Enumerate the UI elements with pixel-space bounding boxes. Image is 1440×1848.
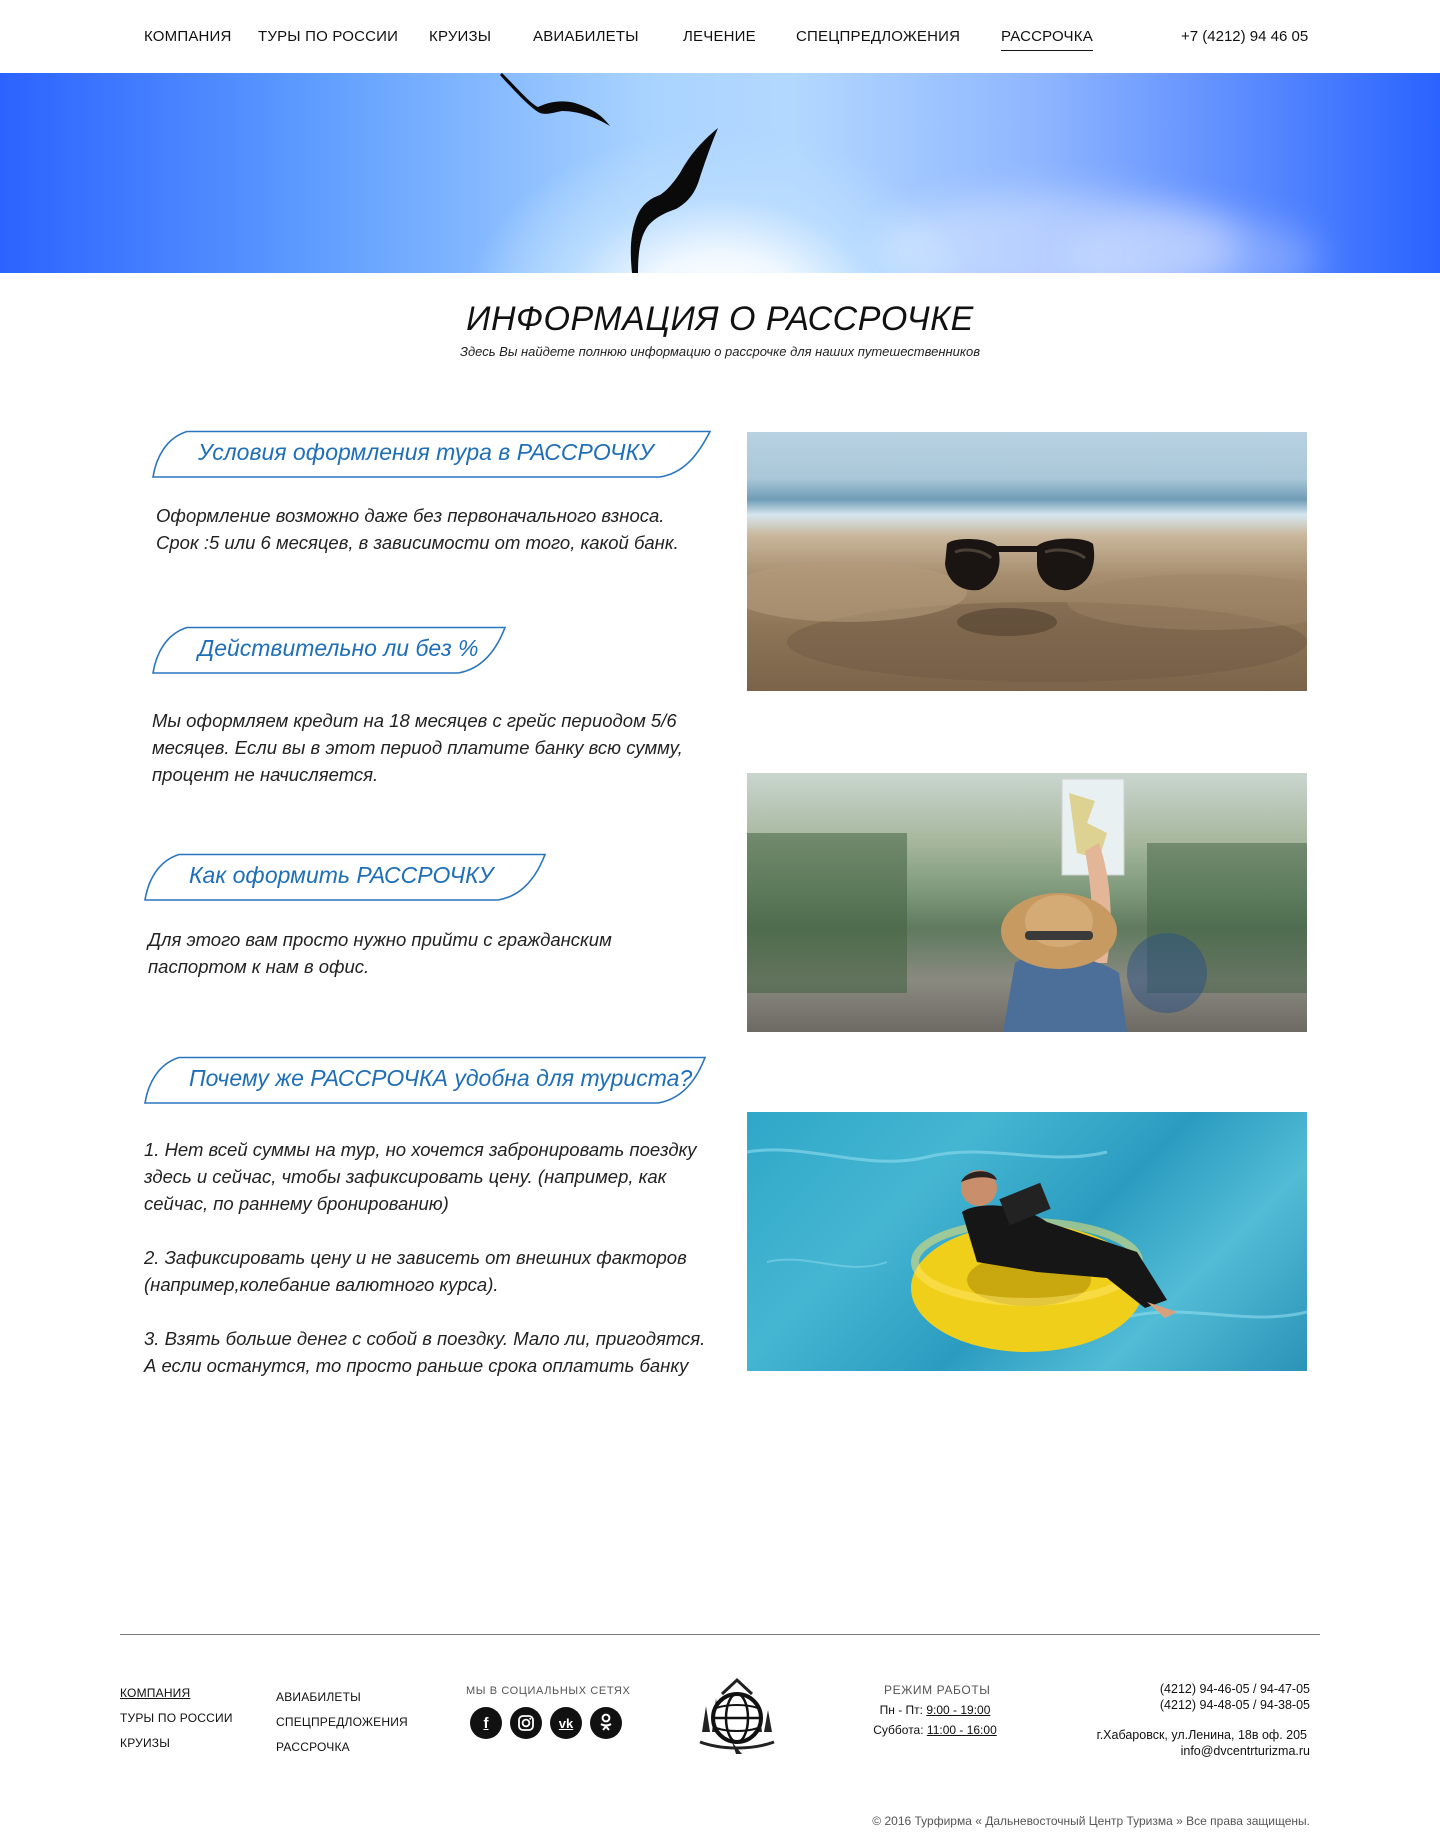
top-nav: КОМПАНИЯ ТУРЫ ПО РОССИИ КРУИЗЫ АВИАБИЛЕТ… — [0, 0, 1440, 73]
footer-email[interactable]: info@dvcentrturizma.ru — [1181, 1744, 1310, 1758]
sunglasses-on-sand-photo — [747, 432, 1307, 691]
nav-installments[interactable]: РАССРОЧКА — [1001, 28, 1093, 51]
section-heading-why-convenient: Почему же РАССРОЧКА удобна для туриста? — [142, 1056, 708, 1106]
footer-link-flights[interactable]: АВИАБИЛЕТЫ — [276, 1690, 361, 1704]
businessman-on-pool-float-photo — [747, 1112, 1307, 1371]
hero-banner — [0, 73, 1440, 273]
hours-weekdays: Пн - Пт: 9:00 - 19:00 — [860, 1703, 1010, 1717]
footer-link-cruises[interactable]: КРУИЗЫ — [120, 1736, 170, 1750]
company-logo — [692, 1676, 782, 1756]
header-phone[interactable]: +7 (4212) 94 46 05 — [1181, 28, 1308, 45]
working-hours-heading: РЕЖИМ РАБОТЫ — [884, 1683, 991, 1697]
hours-saturday-time: 11:00 - 16:00 — [926, 1723, 997, 1737]
section-heading-how-to-apply: Как оформить РАССРОЧКУ — [142, 853, 548, 903]
section-text-why-convenient: 1. Нет всей суммы на тур, но хочется заб… — [144, 1139, 706, 1376]
footer-divider — [120, 1634, 1320, 1635]
traveler-with-map-photo — [747, 773, 1307, 1032]
footer-phone-1[interactable]: (4212) 94-46-05 / 94-47-05 — [1160, 1682, 1310, 1696]
copyright: © 2016 Турфирма « Дальневосточный Центр … — [872, 1814, 1310, 1828]
nav-cruises[interactable]: КРУИЗЫ — [429, 28, 491, 45]
nav-special-offers[interactable]: СПЕЦПРЕДЛОЖЕНИЯ — [796, 28, 960, 45]
odnoklassniki-icon[interactable] — [590, 1707, 622, 1739]
nav-company[interactable]: КОМПАНИЯ — [144, 28, 232, 45]
footer-link-company[interactable]: КОМПАНИЯ — [120, 1686, 190, 1700]
vk-icon[interactable]: vk — [550, 1707, 582, 1739]
footer-address: г.Хабаровск, ул.Ленина, 18в оф. 205 — [1096, 1728, 1307, 1742]
section-text-how-to-apply: Для этого вам просто нужно прийти с граж… — [148, 929, 612, 977]
section-heading-interest-free: Действительно ли без % — [150, 626, 508, 676]
footer-link-russia-tours[interactable]: ТУРЫ ПО РОССИИ — [120, 1711, 233, 1725]
section-heading-conditions: Условия оформления тура в РАССРОЧКУ — [150, 430, 716, 480]
hours-weekdays-time: 9:00 - 19:00 — [926, 1703, 991, 1717]
hours-saturday-label: Суббота: — [873, 1723, 924, 1737]
nav-flights[interactable]: АВИАБИЛЕТЫ — [533, 28, 639, 45]
nav-treatment[interactable]: ЛЕЧЕНИЕ — [683, 28, 756, 45]
page-title: ИНФОРМАЦИЯ О РАССРОЧКЕ — [466, 300, 974, 338]
social-heading: МЫ В СОЦИАЛЬНЫХ СЕТЯХ — [466, 1685, 631, 1697]
section-text-interest-free: Мы оформляем кредит на 18 месяцев с грей… — [152, 710, 683, 785]
section-text-conditions: Оформление возможно даже без первоначаль… — [156, 505, 679, 553]
footer-phone-2[interactable]: (4212) 94-48-05 / 94-38-05 — [1160, 1698, 1310, 1712]
page-subtitle: Здесь Вы найдете полнюю информацию о рас… — [459, 344, 981, 359]
hours-saturday: Суббота: 11:00 - 16:00 — [860, 1723, 1010, 1737]
instagram-icon[interactable] — [510, 1707, 542, 1739]
footer-link-installments[interactable]: РАССРОЧКА — [276, 1740, 350, 1754]
nav-russia-tours[interactable]: ТУРЫ ПО РОССИИ — [258, 28, 398, 45]
footer-link-special-offers[interactable]: СПЕЦПРЕДЛОЖЕНИЯ — [276, 1715, 408, 1729]
facebook-icon[interactable]: f — [470, 1707, 502, 1739]
hours-weekdays-label: Пн - Пт: — [879, 1703, 923, 1717]
